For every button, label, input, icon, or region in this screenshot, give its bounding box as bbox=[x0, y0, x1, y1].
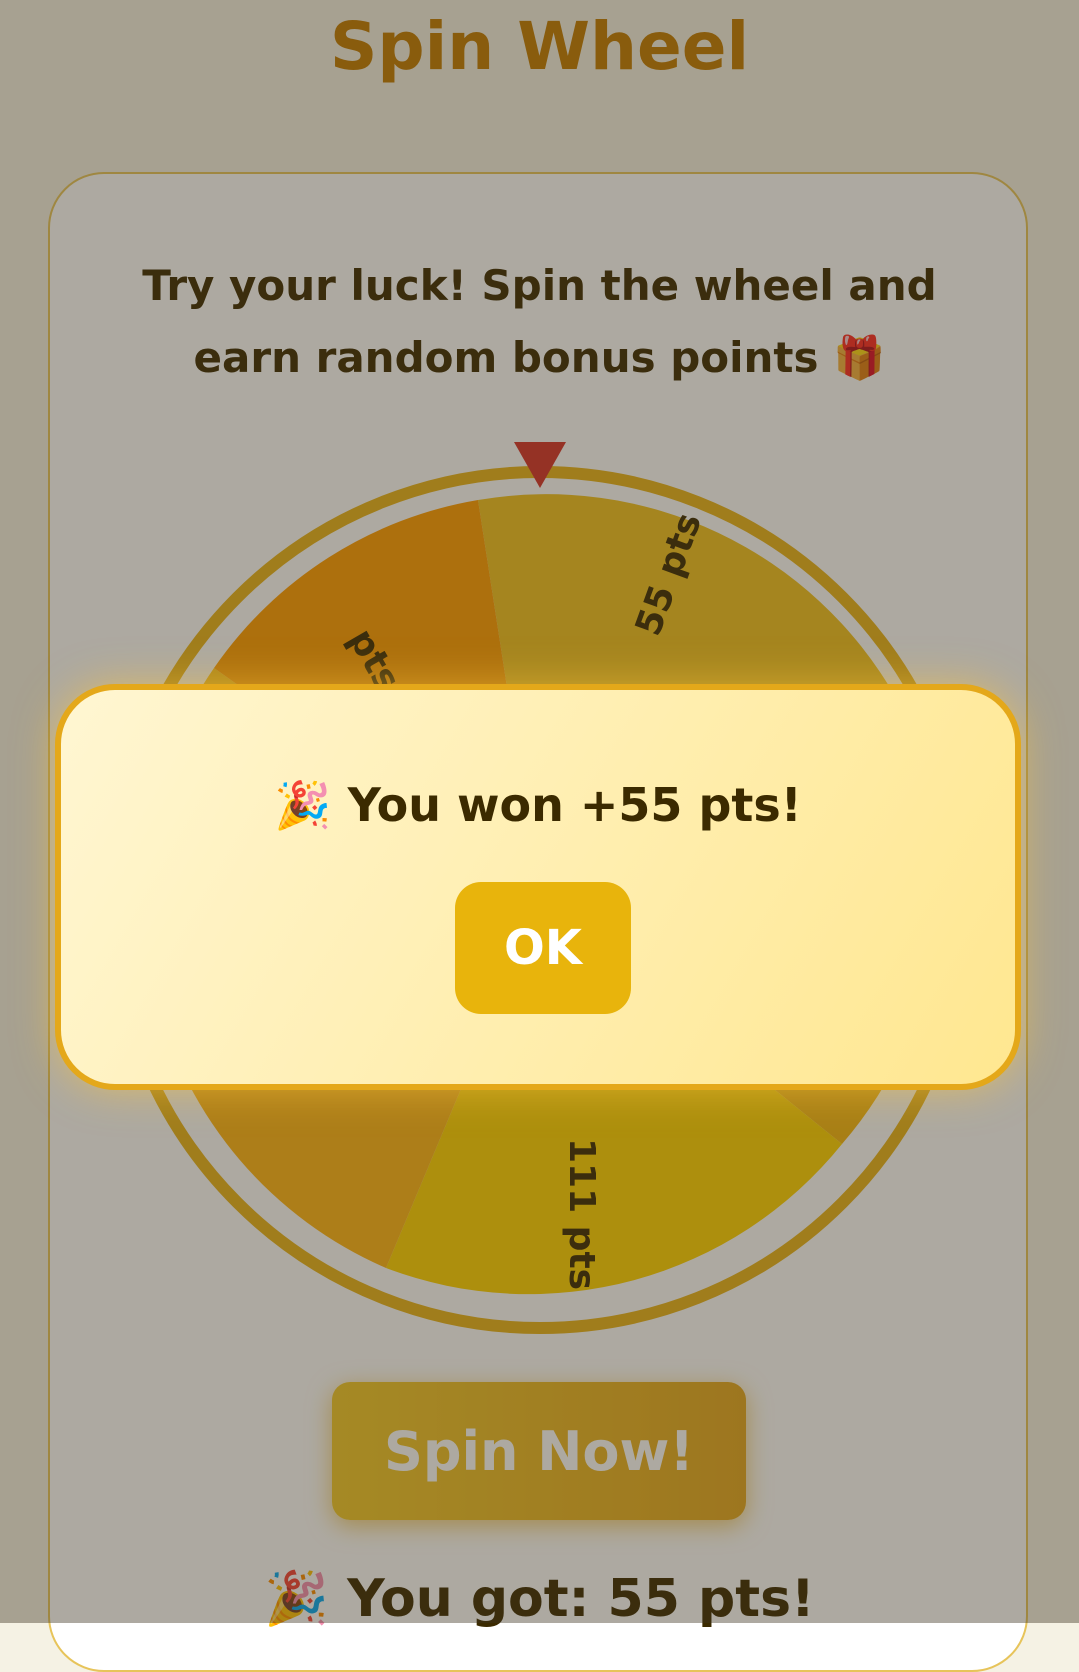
win-message-text: You won +55 pts! bbox=[347, 778, 802, 832]
ok-button[interactable]: OK bbox=[455, 882, 631, 1014]
win-modal: 🎉 You won +55 pts! OK bbox=[55, 684, 1021, 1090]
win-message: 🎉 You won +55 pts! bbox=[61, 778, 1015, 833]
party-popper-icon: 🎉 bbox=[274, 778, 332, 832]
